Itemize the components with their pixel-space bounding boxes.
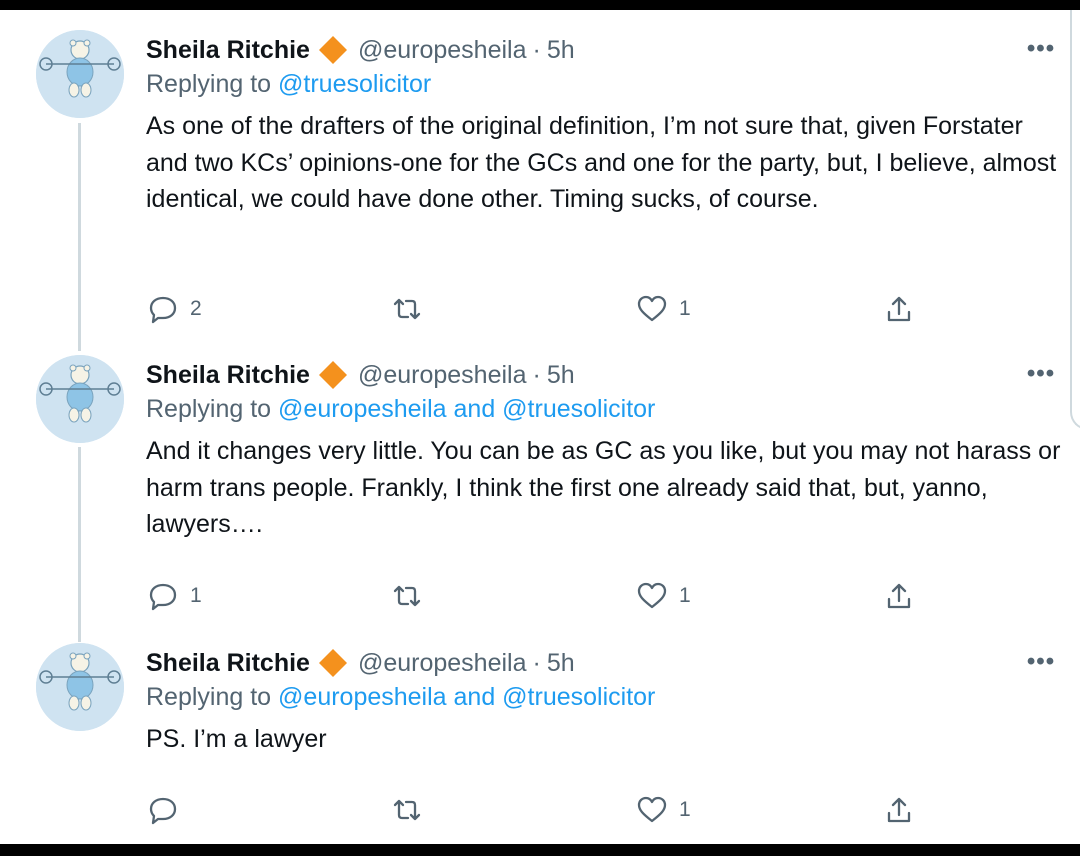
timestamp[interactable]: 5h <box>547 361 575 390</box>
timestamp[interactable]: 5h <box>547 36 575 65</box>
reply-icon <box>149 583 177 611</box>
tweet-header: Sheila Ritchie @europesheila · 5h <box>146 355 575 395</box>
more-icon[interactable]: ••• <box>1024 359 1058 389</box>
retweet-button[interactable] <box>392 289 434 329</box>
avatar[interactable] <box>36 355 124 443</box>
like-button[interactable]: 1 <box>637 576 691 616</box>
avatar-bear-image <box>36 30 124 118</box>
author-handle[interactable]: @europesheila <box>358 36 527 65</box>
retweet-icon <box>393 585 421 607</box>
more-icon[interactable]: ••• <box>1024 647 1058 677</box>
retweet-icon <box>393 298 421 320</box>
heart-icon <box>637 582 667 609</box>
tweet-actions: 1 1 <box>0 576 1080 616</box>
avatar[interactable] <box>36 30 124 118</box>
avatar-bear-image <box>36 355 124 443</box>
replying-to: Replying to @europesheila and @truesolic… <box>146 395 655 424</box>
replying-to: Replying to @truesolicitor <box>146 70 431 99</box>
tweet-text: PS. I’m a lawyer <box>146 725 327 753</box>
replying-to: Replying to @europesheila and @truesolic… <box>146 683 655 712</box>
share-icon <box>887 797 911 823</box>
timestamp[interactable]: 5h <box>547 649 575 678</box>
tweet-text: And it changes very little. You can be a… <box>146 437 1061 538</box>
author-name[interactable]: Sheila Ritchie <box>146 36 310 65</box>
separator: · <box>532 35 541 64</box>
author-handle[interactable]: @europesheila <box>358 649 527 678</box>
verified-badge-icon <box>318 360 348 390</box>
reply-button[interactable] <box>148 790 190 830</box>
avatar[interactable] <box>36 643 124 731</box>
retweet-button[interactable] <box>392 576 434 616</box>
replying-to-link[interactable]: @europesheila and @truesolicitor <box>278 395 655 423</box>
share-icon <box>887 296 911 322</box>
reply-icon <box>149 296 177 324</box>
author-name[interactable]: Sheila Ritchie <box>146 361 310 390</box>
like-button[interactable]: 1 <box>637 790 691 830</box>
like-button[interactable]: 1 <box>637 289 691 329</box>
replying-to-label: Replying to <box>146 683 272 711</box>
retweet-icon <box>393 799 421 821</box>
reply-button[interactable]: 2 <box>148 289 202 329</box>
reply-icon <box>149 797 177 825</box>
tweet-text: As one of the drafters of the original d… <box>146 112 1057 213</box>
share-button[interactable] <box>884 289 914 329</box>
separator: · <box>532 648 541 677</box>
verified-badge-icon <box>318 35 348 65</box>
author-name[interactable]: Sheila Ritchie <box>146 649 310 678</box>
replying-to-label: Replying to <box>146 70 272 98</box>
share-button[interactable] <box>884 790 914 830</box>
share-icon <box>887 583 911 609</box>
like-count: 1 <box>679 584 691 607</box>
separator: · <box>532 360 541 389</box>
replying-to-label: Replying to <box>146 395 272 423</box>
tweet-header: Sheila Ritchie @europesheila · 5h <box>146 643 575 683</box>
reply-button[interactable]: 1 <box>148 576 202 616</box>
like-count: 1 <box>679 297 691 320</box>
tweet-actions: 2 1 <box>0 289 1080 329</box>
heart-icon <box>637 796 667 823</box>
reply-count: 1 <box>190 584 202 607</box>
replying-to-link[interactable]: @truesolicitor <box>278 70 431 98</box>
replying-to-link[interactable]: @europesheila and @truesolicitor <box>278 683 655 711</box>
like-count: 1 <box>679 798 691 821</box>
tweet-header: Sheila Ritchie @europesheila · 5h <box>146 30 575 70</box>
share-button[interactable] <box>884 576 914 616</box>
more-icon[interactable]: ••• <box>1024 34 1058 64</box>
retweet-button[interactable] <box>392 790 434 830</box>
author-handle[interactable]: @europesheila <box>358 361 527 390</box>
tweet[interactable]: Sheila Ritchie @europesheila · 5h ••• Re… <box>0 355 1080 635</box>
avatar-bear-image <box>36 643 124 731</box>
reply-count: 2 <box>190 297 202 320</box>
tweet-actions: 1 <box>0 790 1080 830</box>
tweet[interactable]: Sheila Ritchie @europesheila · 5h ••• Re… <box>0 30 1080 330</box>
heart-icon <box>637 295 667 322</box>
tweet[interactable]: Sheila Ritchie @europesheila · 5h ••• Re… <box>0 643 1080 833</box>
verified-badge-icon <box>318 648 348 678</box>
screen: Sheila Ritchie @europesheila · 5h ••• Re… <box>0 10 1080 844</box>
